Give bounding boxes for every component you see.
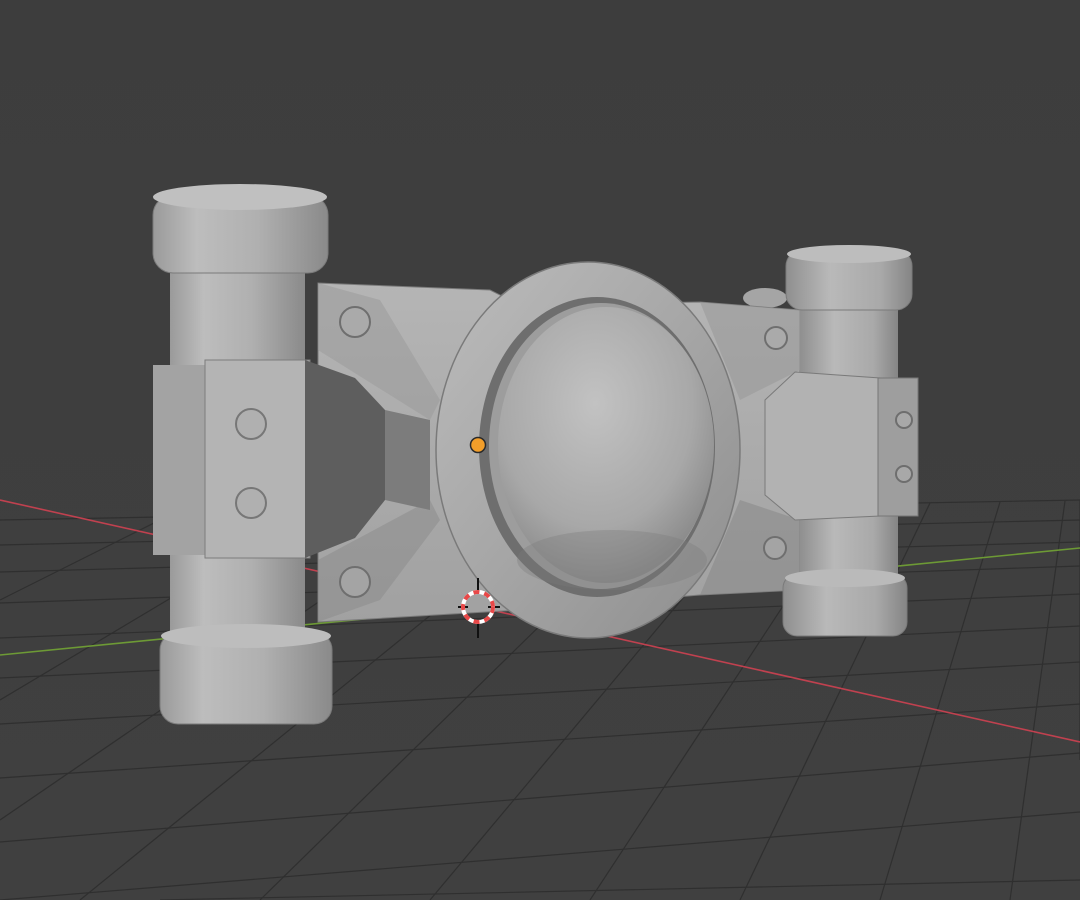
dome-shadow	[517, 530, 707, 590]
viewport-canvas[interactable]	[0, 0, 1080, 900]
3d-viewport[interactable]	[0, 0, 1080, 900]
back-knob[interactable]	[743, 288, 787, 308]
origin-point[interactable]	[469, 436, 487, 454]
plate-notch-left	[385, 410, 430, 510]
